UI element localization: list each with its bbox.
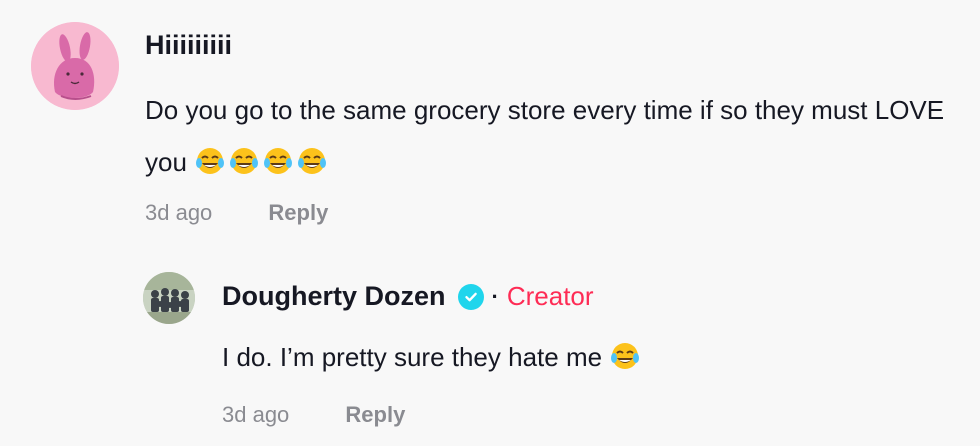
- commenter-username[interactable]: Hiiiiiiiii: [145, 30, 232, 61]
- reply-text: I do. I’m pretty sure they hate me: [222, 331, 643, 383]
- comment-text: Do you go to the same grocery store ever…: [145, 84, 955, 188]
- face-with-tears-of-joy-icon: [298, 148, 327, 174]
- reply-to-creator-button[interactable]: Reply: [345, 402, 405, 428]
- commenter-avatar[interactable]: [31, 22, 119, 110]
- face-with-tears-of-joy-icon: [264, 148, 293, 174]
- face-with-tears-of-joy-icon: [611, 343, 640, 369]
- reply-timestamp: 3d ago: [222, 402, 290, 427]
- creator-avatar[interactable]: [143, 272, 195, 324]
- face-with-tears-of-joy-icon: [230, 148, 259, 174]
- reply-button[interactable]: Reply: [268, 200, 328, 226]
- creator-badge: Creator: [506, 281, 594, 311]
- creator-username-row: Dougherty Dozen · Creator: [222, 281, 594, 312]
- comment-timestamp: 3d ago: [145, 200, 213, 225]
- verified-check-icon: [457, 283, 484, 310]
- comment-meta: 3d ago Reply: [145, 200, 328, 226]
- bunny-avatar-icon: [31, 22, 119, 110]
- creator-username[interactable]: Dougherty Dozen: [222, 281, 446, 312]
- separator-dot: ·: [491, 283, 499, 309]
- reply-text-content: I do. I’m pretty sure they hate me: [222, 342, 603, 372]
- comment-emojis: [194, 147, 330, 177]
- reply-meta: 3d ago Reply: [222, 402, 405, 428]
- family-photo-avatar-icon: [143, 272, 195, 324]
- face-with-tears-of-joy-icon: [196, 148, 225, 174]
